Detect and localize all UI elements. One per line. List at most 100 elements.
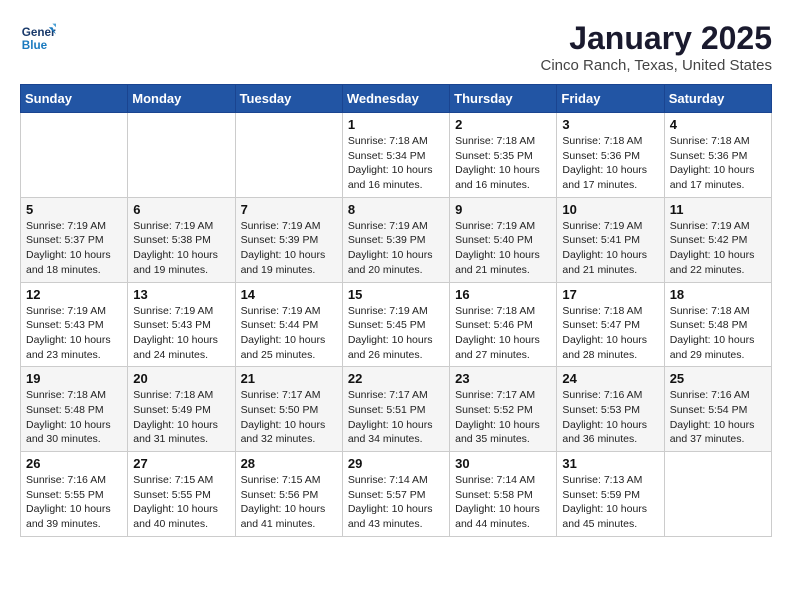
- day-info: Sunrise: 7:19 AMSunset: 5:43 PMDaylight:…: [133, 304, 229, 363]
- day-number: 30: [455, 456, 551, 471]
- day-cell: 6 Sunrise: 7:19 AMSunset: 5:38 PMDaylight…: [128, 197, 235, 282]
- day-info: Sunrise: 7:17 AMSunset: 5:52 PMDaylight:…: [455, 388, 551, 447]
- day-info: Sunrise: 7:14 AMSunset: 5:57 PMDaylight:…: [348, 473, 444, 532]
- day-number: 27: [133, 456, 229, 471]
- day-cell: 14Sunrise: 7:19 AMSunset: 5:44 PMDayligh…: [235, 282, 342, 367]
- calendar-body: 1 Sunrise: 7:18 AMSunset: 5:34 PMDaylight…: [21, 113, 772, 537]
- day-cell: 24 Sunrise: 7:16 AMSunset: 5:53 PMDayligh…: [557, 367, 664, 452]
- day-cell: 10 Sunrise: 7:19 AMSunset: 5:41 PMDayligh…: [557, 197, 664, 282]
- day-info: Sunrise: 7:19 AMSunset: 5:44 PMDaylight:…: [241, 304, 337, 363]
- day-cell: [664, 452, 771, 537]
- calendar-subtitle: Cinco Ranch, Texas, United States: [540, 57, 772, 74]
- day-info: Sunrise: 7:18 AMSunset: 5:47 PMDaylight:…: [562, 304, 658, 363]
- day-number: 10: [562, 202, 658, 217]
- day-cell: 28Sunrise: 7:15 AMSunset: 5:56 PMDayligh…: [235, 452, 342, 537]
- calendar-header: SundayMondayTuesdayWednesdayThursdayFrid…: [21, 85, 772, 113]
- logo-icon: General Blue: [20, 20, 56, 56]
- day-number: 25: [670, 371, 766, 386]
- day-number: 20: [133, 371, 229, 386]
- day-number: 31: [562, 456, 658, 471]
- day-cell: [21, 113, 128, 198]
- day-number: 3: [562, 117, 658, 132]
- day-cell: 20 Sunrise: 7:18 AMSunset: 5:49 PMDayligh…: [128, 367, 235, 452]
- logo: General Blue: [20, 20, 56, 56]
- day-info: Sunrise: 7:16 AMSunset: 5:53 PMDaylight:…: [562, 388, 658, 447]
- day-cell: 7 Sunrise: 7:19 AMSunset: 5:39 PMDaylight…: [235, 197, 342, 282]
- day-number: 15: [348, 287, 444, 302]
- day-cell: 16Sunrise: 7:18 AMSunset: 5:46 PMDayligh…: [450, 282, 557, 367]
- day-info: Sunrise: 7:18 AMSunset: 5:36 PMDaylight:…: [562, 134, 658, 193]
- day-cell: 17 Sunrise: 7:18 AMSunset: 5:47 PMDayligh…: [557, 282, 664, 367]
- day-info: Sunrise: 7:18 AMSunset: 5:34 PMDaylight:…: [348, 134, 444, 193]
- day-info: Sunrise: 7:18 AMSunset: 5:49 PMDaylight:…: [133, 388, 229, 447]
- day-number: 26: [26, 456, 122, 471]
- day-info: Sunrise: 7:18 AMSunset: 5:36 PMDaylight:…: [670, 134, 766, 193]
- day-number: 12: [26, 287, 122, 302]
- day-number: 7: [241, 202, 337, 217]
- day-cell: 26 Sunrise: 7:16 AMSunset: 5:55 PMDayligh…: [21, 452, 128, 537]
- day-info: Sunrise: 7:19 AMSunset: 5:39 PMDaylight:…: [348, 219, 444, 278]
- day-number: 23: [455, 371, 551, 386]
- week-row-4: 19 Sunrise: 7:18 AMSunset: 5:48 PMDayligh…: [21, 367, 772, 452]
- week-row-3: 12 Sunrise: 7:19 AMSunset: 5:43 PMDayligh…: [21, 282, 772, 367]
- day-info: Sunrise: 7:19 AMSunset: 5:37 PMDaylight:…: [26, 219, 122, 278]
- day-info: Sunrise: 7:17 AMSunset: 5:50 PMDaylight:…: [241, 388, 337, 447]
- day-cell: [235, 113, 342, 198]
- day-info: Sunrise: 7:15 AMSunset: 5:55 PMDaylight:…: [133, 473, 229, 532]
- day-cell: 2 Sunrise: 7:18 AMSunset: 5:35 PMDaylight…: [450, 113, 557, 198]
- day-number: 1: [348, 117, 444, 132]
- day-info: Sunrise: 7:18 AMSunset: 5:35 PMDaylight:…: [455, 134, 551, 193]
- day-info: Sunrise: 7:19 AMSunset: 5:43 PMDaylight:…: [26, 304, 122, 363]
- day-cell: 27 Sunrise: 7:15 AMSunset: 5:55 PMDayligh…: [128, 452, 235, 537]
- day-number: 6: [133, 202, 229, 217]
- day-number: 29: [348, 456, 444, 471]
- day-info: Sunrise: 7:16 AMSunset: 5:55 PMDaylight:…: [26, 473, 122, 532]
- day-cell: 8Sunrise: 7:19 AMSunset: 5:39 PMDaylight…: [342, 197, 449, 282]
- day-cell: 29 Sunrise: 7:14 AMSunset: 5:57 PMDayligh…: [342, 452, 449, 537]
- day-header-saturday: Saturday: [664, 85, 771, 113]
- day-cell: 30 Sunrise: 7:14 AMSunset: 5:58 PMDayligh…: [450, 452, 557, 537]
- day-info: Sunrise: 7:18 AMSunset: 5:48 PMDaylight:…: [670, 304, 766, 363]
- day-info: Sunrise: 7:19 AMSunset: 5:41 PMDaylight:…: [562, 219, 658, 278]
- day-info: Sunrise: 7:18 AMSunset: 5:46 PMDaylight:…: [455, 304, 551, 363]
- day-cell: 11Sunrise: 7:19 AMSunset: 5:42 PMDayligh…: [664, 197, 771, 282]
- day-cell: 22 Sunrise: 7:17 AMSunset: 5:51 PMDayligh…: [342, 367, 449, 452]
- day-number: 13: [133, 287, 229, 302]
- day-cell: 1 Sunrise: 7:18 AMSunset: 5:34 PMDaylight…: [342, 113, 449, 198]
- day-number: 28: [241, 456, 337, 471]
- day-number: 22: [348, 371, 444, 386]
- day-cell: [128, 113, 235, 198]
- day-info: Sunrise: 7:18 AMSunset: 5:48 PMDaylight:…: [26, 388, 122, 447]
- svg-text:Blue: Blue: [22, 39, 48, 52]
- day-header-sunday: Sunday: [21, 85, 128, 113]
- day-info: Sunrise: 7:16 AMSunset: 5:54 PMDaylight:…: [670, 388, 766, 447]
- week-row-5: 26 Sunrise: 7:16 AMSunset: 5:55 PMDayligh…: [21, 452, 772, 537]
- page-header: General Blue January 2025 Cinco Ranch, T…: [20, 20, 772, 74]
- day-cell: 12 Sunrise: 7:19 AMSunset: 5:43 PMDayligh…: [21, 282, 128, 367]
- day-number: 5: [26, 202, 122, 217]
- day-cell: 9 Sunrise: 7:19 AMSunset: 5:40 PMDaylight…: [450, 197, 557, 282]
- day-number: 2: [455, 117, 551, 132]
- day-number: 19: [26, 371, 122, 386]
- day-number: 17: [562, 287, 658, 302]
- day-number: 21: [241, 371, 337, 386]
- day-info: Sunrise: 7:19 AMSunset: 5:39 PMDaylight:…: [241, 219, 337, 278]
- day-header-friday: Friday: [557, 85, 664, 113]
- week-row-2: 5 Sunrise: 7:19 AMSunset: 5:37 PMDaylight…: [21, 197, 772, 282]
- day-cell: 3 Sunrise: 7:18 AMSunset: 5:36 PMDaylight…: [557, 113, 664, 198]
- day-info: Sunrise: 7:19 AMSunset: 5:38 PMDaylight:…: [133, 219, 229, 278]
- day-number: 9: [455, 202, 551, 217]
- days-header-row: SundayMondayTuesdayWednesdayThursdayFrid…: [21, 85, 772, 113]
- day-number: 24: [562, 371, 658, 386]
- day-info: Sunrise: 7:19 AMSunset: 5:40 PMDaylight:…: [455, 219, 551, 278]
- day-info: Sunrise: 7:14 AMSunset: 5:58 PMDaylight:…: [455, 473, 551, 532]
- day-cell: 5 Sunrise: 7:19 AMSunset: 5:37 PMDaylight…: [21, 197, 128, 282]
- week-row-1: 1 Sunrise: 7:18 AMSunset: 5:34 PMDaylight…: [21, 113, 772, 198]
- day-cell: 21 Sunrise: 7:17 AMSunset: 5:50 PMDayligh…: [235, 367, 342, 452]
- day-info: Sunrise: 7:13 AMSunset: 5:59 PMDaylight:…: [562, 473, 658, 532]
- day-info: Sunrise: 7:19 AMSunset: 5:45 PMDaylight:…: [348, 304, 444, 363]
- day-header-tuesday: Tuesday: [235, 85, 342, 113]
- day-cell: 4Sunrise: 7:18 AMSunset: 5:36 PMDaylight…: [664, 113, 771, 198]
- day-info: Sunrise: 7:17 AMSunset: 5:51 PMDaylight:…: [348, 388, 444, 447]
- calendar-title: January 2025: [540, 20, 772, 57]
